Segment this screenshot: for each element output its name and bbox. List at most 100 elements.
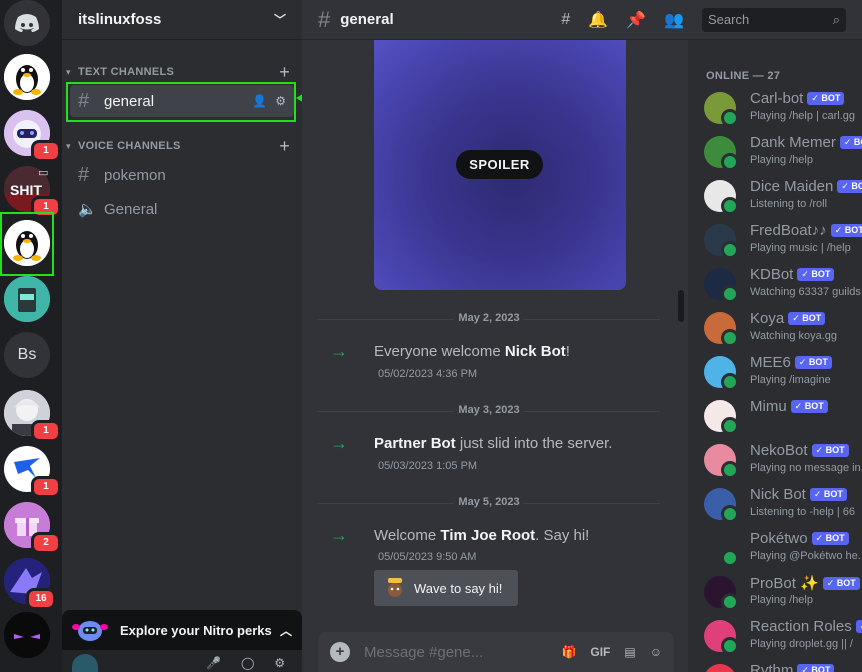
tux-icon [4,54,50,100]
pin-icon[interactable]: 📌 [626,10,646,30]
member-name: Mimu ✓ BOT [750,398,828,415]
channel-pokemon[interactable]: # pokemon [70,159,294,191]
server-11[interactable] [4,612,50,658]
member-row[interactable]: FredBoat♪♪ ✓ BOT Playing music | /help [702,218,862,262]
online-status-icon [721,549,739,567]
member-row[interactable]: Mimu ✓ BOT [702,394,862,438]
member-row[interactable]: Pokétwo ✓ BOT Playing @Pokétwo he... [702,526,862,570]
member-row[interactable]: ProBot ✨ ✓ BOT Playing /help [702,570,862,614]
join-message: Partner Bot just slid into the server. [374,435,612,452]
sticker-icon[interactable]: ▤ [624,645,635,659]
bot-badge: ✓ BOT [809,488,847,501]
voice-channel-general[interactable]: 🔈 General [70,193,294,225]
member-name: MEE6 ✓ BOT [750,354,832,371]
dark-eyes-icon [4,612,50,658]
member-row[interactable]: MEE6 ✓ BOT Playing /imagine [702,350,862,394]
server-itslinuxfoss-1[interactable] [4,54,50,100]
server-itslinuxfoss[interactable] [4,220,50,266]
category-text-channels[interactable]: ▾ TEXT CHANNELS + [66,62,290,83]
search-icon: ⌕ [832,11,840,27]
message-timestamp: 05/05/2023 9:50 AM [378,551,477,563]
message-user[interactable]: Nick Bot [505,343,566,360]
bot-tag-text: BOT [825,533,845,543]
member-row[interactable]: Dice Maiden✓ BOT Listening to /roll [702,174,862,218]
gif-button[interactable]: GIF [590,645,610,659]
nitro-perks-banner[interactable]: Explore your Nitro perks ︿ [62,610,302,650]
add-channel-icon[interactable]: + [279,136,290,157]
user-avatar[interactable] [72,654,98,672]
join-message: Welcome Tim Joe Root. Say hi! [374,527,589,544]
category-voice-channels[interactable]: ▾ VOICE CHANNELS + [66,136,290,157]
server-9-badge: 2 [31,532,61,554]
bot-tag-text: BOT [851,181,862,191]
wave-label: Wave to say hi! [414,580,503,596]
member-row[interactable]: Nick Bot ✓ BOT Listening to -help | 66 [702,482,862,526]
search-placeholder: Search [708,12,750,27]
member-row[interactable]: Rythm ✓ BOT [702,658,862,672]
member-name-text: NekoBot [750,442,808,459]
join-arrow-icon: → [330,525,348,545]
server-5[interactable] [4,276,50,322]
member-row[interactable]: Dank Memer✓ BOT Playing /help [702,130,862,174]
search-input[interactable]: Search ⌕ [702,7,846,32]
wave-button[interactable]: Wave to say hi! [374,570,518,606]
message-text: ! [565,343,570,360]
bot-tag-text: BOT [811,269,831,279]
mic-icon[interactable]: 🎤 [206,656,221,670]
emoji-icon[interactable]: ☺ [650,645,662,659]
guild-header[interactable]: itslinuxfoss ﹀ [62,0,302,40]
add-attachment-icon[interactable]: + [330,642,350,662]
home-button[interactable] [4,0,50,46]
member-status: Playing /help [750,154,813,166]
member-list: ONLINE — 27 Carl-bot ✓ BOT Playing /help |… [688,40,862,672]
join-message: Everyone welcome Nick Bot! [374,343,570,360]
member-name: Carl-bot ✓ BOT [750,90,845,107]
chevron-down-icon: ▾ [66,140,71,151]
member-row[interactable]: KDBot ✓ BOT Watching 63337 guilds [702,262,862,306]
member-avatar [704,576,739,611]
member-name-text: MEE6 [750,354,791,371]
channel-label: pokemon [104,166,166,184]
bell-icon[interactable]: 🔔 [588,10,608,30]
bot-badge: ✓ BOT [790,400,828,413]
member-name-text: Reaction Roles [750,618,852,635]
message-user[interactable]: Partner Bot [374,435,456,452]
gift-icon[interactable]: 🎁 [561,645,576,659]
member-name-text: Carl-bot [750,90,804,107]
server-bs[interactable]: Bs [4,332,50,378]
member-row[interactable]: Carl-bot ✓ BOT Playing /help | carl.gg [702,86,862,130]
online-status-icon [721,593,739,611]
message-composer[interactable]: + Message #gene... 🎁 GIF ▤ ☺ [318,632,674,672]
message-user[interactable]: Tim Joe Root [440,527,535,544]
member-row[interactable]: Koya ✓ BOT Watching koya.gg [702,306,862,350]
member-name-text: Pokétwo [750,530,808,547]
server-rail: 1 SHIT 1 ▭ Bs 1 1 2 16 [0,0,62,672]
add-channel-icon[interactable]: + [279,62,290,83]
tux-icon [4,220,50,266]
member-avatar [704,620,739,655]
member-name-text: Nick Bot [750,486,806,503]
bot-badge: ✓ BOT [830,224,862,237]
online-status-icon [721,329,739,347]
member-name-text: Dice Maiden [750,178,834,195]
members-icon[interactable]: 👥 [664,10,684,30]
member-name: Nick Bot ✓ BOT [750,486,847,503]
message-text: . Say hi! [535,527,590,544]
chat-scrollbar[interactable] [678,290,684,322]
text-channel-icon: # [318,6,331,32]
online-status-icon [721,373,739,391]
topbar-channel-name: general [340,11,394,28]
date-divider: May 2, 2023 [318,312,660,324]
gear-icon[interactable]: ⚙ [274,656,285,670]
member-status: Listening to -help | 66 [750,506,855,518]
threads-icon[interactable]: # [561,11,570,29]
spoiler-label[interactable]: SPOILER [456,150,543,179]
member-row[interactable]: Reaction Roles✓ BOTPlaying droplet.gg ||… [702,614,862,658]
bot-tag-text: BOT [802,313,822,323]
bot-tag-text: BOT [823,489,843,499]
text-channel-icon: # [78,163,90,186]
member-name: Pokétwo ✓ BOT [750,530,849,547]
headphones-icon[interactable]: ◯ [241,656,254,670]
member-row[interactable]: NekoBot ✓ BOT Playing no message in... [702,438,862,482]
channel-label: General [104,200,158,218]
